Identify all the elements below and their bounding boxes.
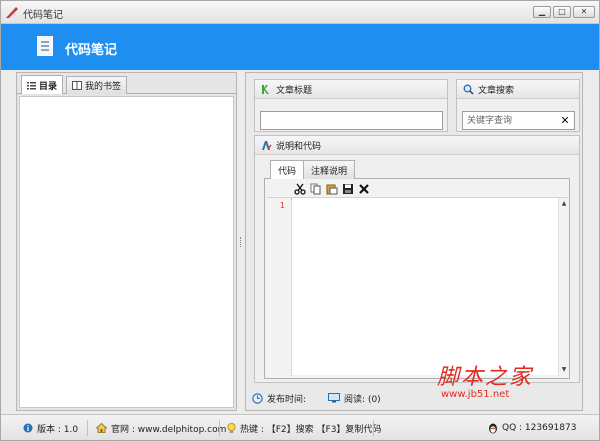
article-title-input[interactable] xyxy=(260,111,443,130)
info-icon xyxy=(23,423,33,433)
header-title: 代码笔记 xyxy=(65,43,118,58)
qq-penguin-icon xyxy=(489,423,497,433)
search-icon xyxy=(463,84,474,95)
watermark-text: 脚本之家 xyxy=(437,365,534,390)
search-input[interactable] xyxy=(463,112,559,129)
paste-button[interactable] xyxy=(325,182,339,196)
website-text[interactable]: 官网 : www.delphitop.com xyxy=(111,422,226,435)
clock-icon xyxy=(252,392,263,404)
status-qq: QQ : 123691873 xyxy=(488,421,576,435)
minimize-button[interactable]: ▁ xyxy=(533,6,551,18)
code-editor[interactable]: 1 ▲ ▼ xyxy=(267,197,568,376)
app-header: 代码笔记 xyxy=(1,24,599,70)
book-icon xyxy=(72,81,82,90)
monitor-icon xyxy=(328,393,341,403)
tab-directory-label: 目录 xyxy=(39,81,58,92)
status-hotkeys: 热键 : 【F2】搜索 【F3】复制代码 xyxy=(227,421,381,435)
status-bar: 版本 : 1.0 官网 : www.delphitop.com 热键 : 【F2… xyxy=(1,414,599,440)
notebook-icon xyxy=(37,36,53,56)
article-search-group: 文章搜索 ✕ xyxy=(456,79,580,132)
left-tabbar: 目录 我的书签 xyxy=(17,73,236,94)
paste-icon xyxy=(326,184,338,195)
tab-comments[interactable]: 注释说明 xyxy=(303,160,356,179)
article-title-header: 文章标题 xyxy=(255,80,447,99)
version-text: 版本 : 1.0 xyxy=(37,424,79,435)
list-icon xyxy=(27,81,36,89)
panel-splitter[interactable] xyxy=(240,237,242,247)
close-button[interactable]: ✕ xyxy=(573,6,595,18)
article-title-label: 文章标题 xyxy=(276,85,313,96)
scissors-icon xyxy=(294,183,306,195)
tab-directory[interactable]: 目录 xyxy=(21,75,64,94)
line-number-gutter: 1 xyxy=(267,198,292,376)
article-meta-row: 发布时间: 阅读: (0) xyxy=(252,390,381,406)
tab-code[interactable]: 代码 xyxy=(270,160,305,179)
window-controls: ▁ □ ✕ xyxy=(533,6,595,19)
maximize-button[interactable]: □ xyxy=(553,6,571,18)
article-title-group: 文章标题 xyxy=(254,79,448,132)
left-panel: 目录 我的书签 xyxy=(16,72,237,411)
read-count: 阅读: (0) xyxy=(344,394,381,405)
status-divider xyxy=(373,420,374,436)
qq-text: QQ : 123691873 xyxy=(502,423,577,433)
status-divider xyxy=(219,420,220,436)
copy-icon xyxy=(310,183,321,195)
status-divider xyxy=(87,420,88,436)
line-number: 1 xyxy=(279,201,285,210)
edit-code-icon xyxy=(262,140,272,150)
directory-tree[interactable] xyxy=(19,96,234,408)
lightbulb-icon xyxy=(227,422,236,433)
save-button[interactable] xyxy=(341,182,355,196)
app-window: 代码笔记 ▁ □ ✕ 代码笔记 目录 我的书签 文章标题 文章搜索 关键字查询 … xyxy=(0,0,600,441)
editor-toolbar xyxy=(293,181,371,197)
article-search-label: 文章搜索 xyxy=(478,85,515,96)
article-search-header: 文章搜索 xyxy=(457,80,579,99)
tab-bookmarks-label: 我的书签 xyxy=(85,82,122,92)
status-website[interactable]: 官网 : www.delphitop.com xyxy=(96,421,226,435)
scroll-up-icon[interactable]: ▲ xyxy=(560,200,568,208)
home-icon xyxy=(96,423,107,433)
code-tabbar: 代码 注释说明 xyxy=(264,158,570,179)
save-icon xyxy=(343,184,353,194)
title-icon xyxy=(262,84,269,94)
app-pen-icon xyxy=(6,7,18,18)
title-bar[interactable]: 代码笔记 ▁ □ ✕ xyxy=(1,1,599,24)
desc-code-label: 说明和代码 xyxy=(276,141,322,152)
tab-bookmarks[interactable]: 我的书签 xyxy=(66,76,128,94)
copy-button[interactable] xyxy=(309,182,323,196)
hotkeys-text: 热键 : 【F2】搜索 【F3】复制代码 xyxy=(240,424,382,435)
publish-time-label: 发布时间: xyxy=(267,394,307,405)
watermark-logo: 脚本之家 www.jb51.net xyxy=(437,359,587,409)
clear-search-button[interactable]: ✕ xyxy=(558,113,572,128)
desc-code-header: 说明和代码 xyxy=(255,136,579,155)
code-editor-frame: 1 ▲ ▼ xyxy=(264,179,570,379)
editor-scrollbar[interactable]: ▲ ▼ xyxy=(558,198,568,376)
status-version: 版本 : 1.0 xyxy=(23,421,78,435)
cut-button[interactable] xyxy=(293,182,307,196)
delete-icon xyxy=(359,184,369,194)
window-title: 代码笔记 xyxy=(23,10,63,21)
delete-button[interactable] xyxy=(357,182,371,196)
search-box: ✕ xyxy=(462,111,575,130)
